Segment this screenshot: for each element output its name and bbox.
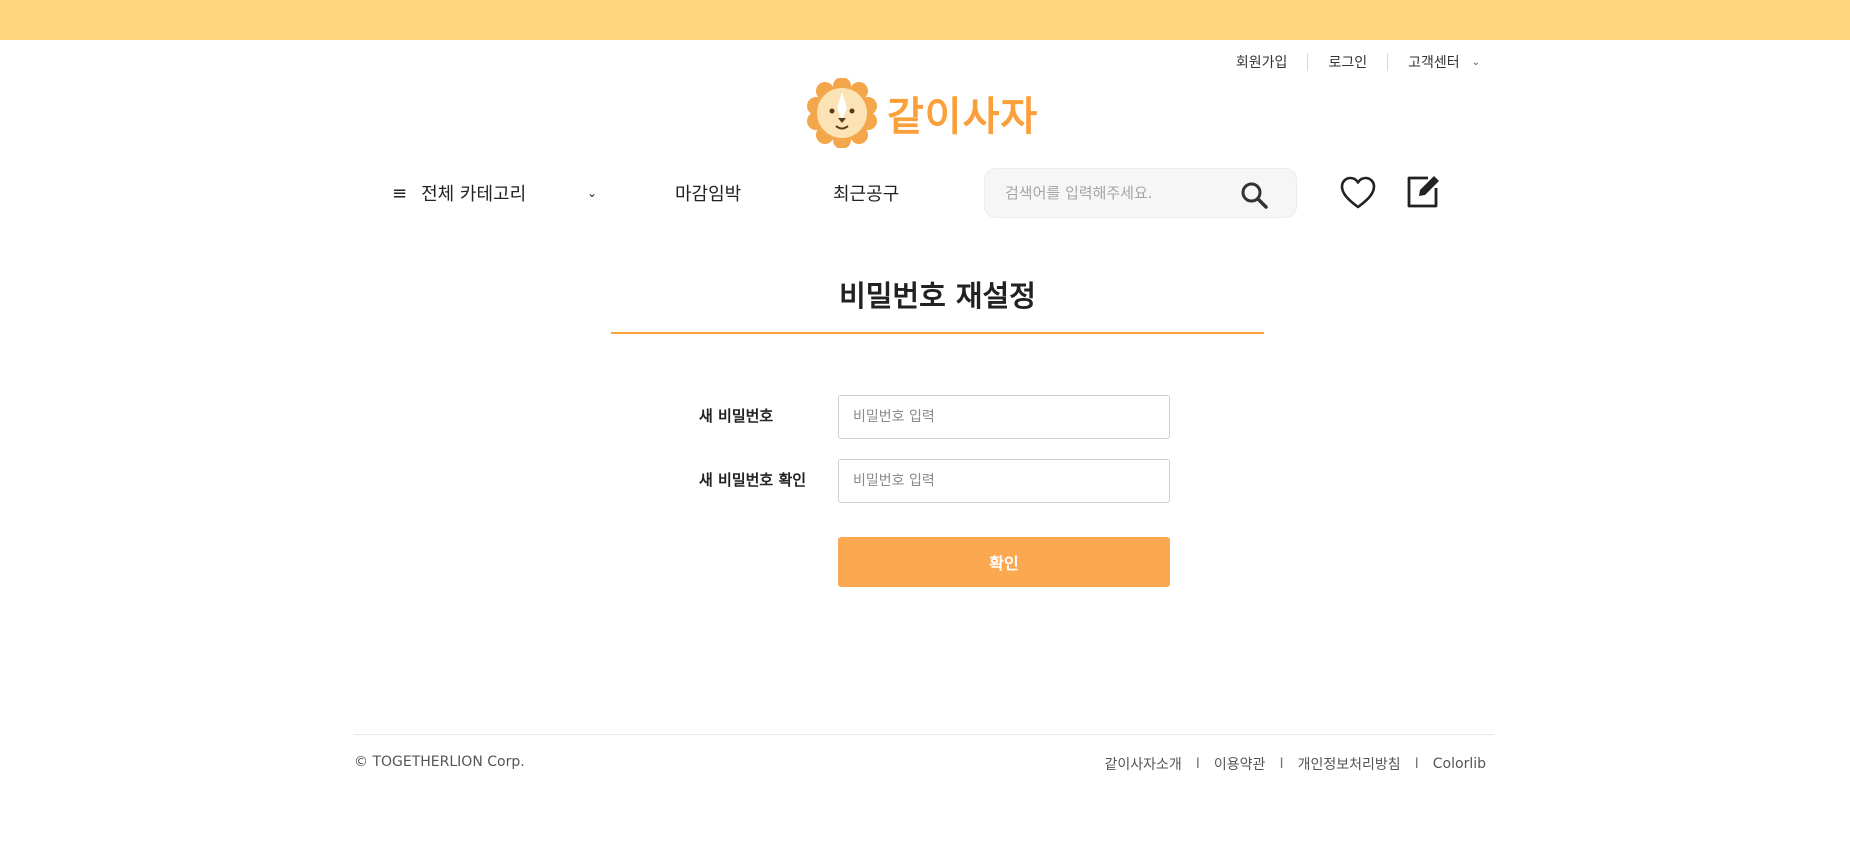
footer-links: 같이사자소개 I 이용약관 I 개인정보처리방침 I Colorlib (1105, 754, 1487, 774)
chevron-down-icon: ⌄ (586, 186, 597, 200)
confirm-button[interactable]: 확인 (838, 537, 1170, 587)
divider (1307, 53, 1309, 71)
main-nav: ≡ 전체 카테고리 ⌄ 마감임박 최근공구 (392, 168, 1452, 218)
footer-link-privacy[interactable]: 개인정보처리방침 (1298, 754, 1401, 774)
new-password-label: 새 비밀번호 (699, 407, 774, 425)
search-box (984, 168, 1297, 218)
edit-icon[interactable] (1404, 172, 1442, 210)
lion-logo-icon (807, 78, 877, 148)
nav-item-closing-soon[interactable]: 마감임박 (675, 180, 741, 206)
footer-link-terms[interactable]: 이용약관 (1214, 754, 1266, 774)
support-label: 고객센터 (1408, 55, 1460, 71)
chevron-down-icon: ⌄ (1471, 56, 1480, 68)
brand-name: 같이사자 (887, 94, 1039, 140)
category-menu-button[interactable]: ≡ 전체 카테고리 ⌄ (392, 180, 597, 206)
footer-separator: I (1414, 756, 1419, 772)
copyright-text: © TOGETHERLION Corp. (354, 754, 525, 770)
footer-link-about[interactable]: 같이사자소개 (1105, 754, 1182, 774)
new-password-input[interactable] (838, 395, 1170, 439)
search-icon[interactable] (1240, 181, 1268, 209)
nav-item-recent[interactable]: 최근공구 (833, 180, 899, 206)
heart-icon[interactable] (1339, 174, 1377, 212)
confirm-password-label: 새 비밀번호 확인 (699, 471, 807, 489)
login-link[interactable]: 로그인 (1328, 52, 1367, 72)
divider (1387, 53, 1389, 71)
footer-link-colorlib[interactable]: Colorlib (1433, 756, 1486, 772)
hamburger-menu-icon: ≡ (392, 182, 408, 204)
support-dropdown[interactable]: 고객센터 ⌄ (1408, 52, 1480, 72)
category-label: 전체 카테고리 (421, 184, 527, 205)
confirm-password-input[interactable] (838, 459, 1170, 503)
signup-link[interactable]: 회원가입 (1236, 52, 1288, 72)
brand-logo[interactable]: 같이사자 (807, 78, 1038, 148)
page-title: 비밀번호 재설정 (839, 279, 1036, 313)
title-divider (611, 332, 1264, 334)
top-banner (0, 0, 1850, 40)
search-input[interactable] (1005, 184, 1235, 202)
footer-divider (354, 734, 1494, 735)
footer-separator: I (1195, 756, 1200, 772)
footer-separator: I (1279, 756, 1284, 772)
utility-nav: 회원가입 로그인 고객센터 ⌄ (1236, 52, 1480, 72)
